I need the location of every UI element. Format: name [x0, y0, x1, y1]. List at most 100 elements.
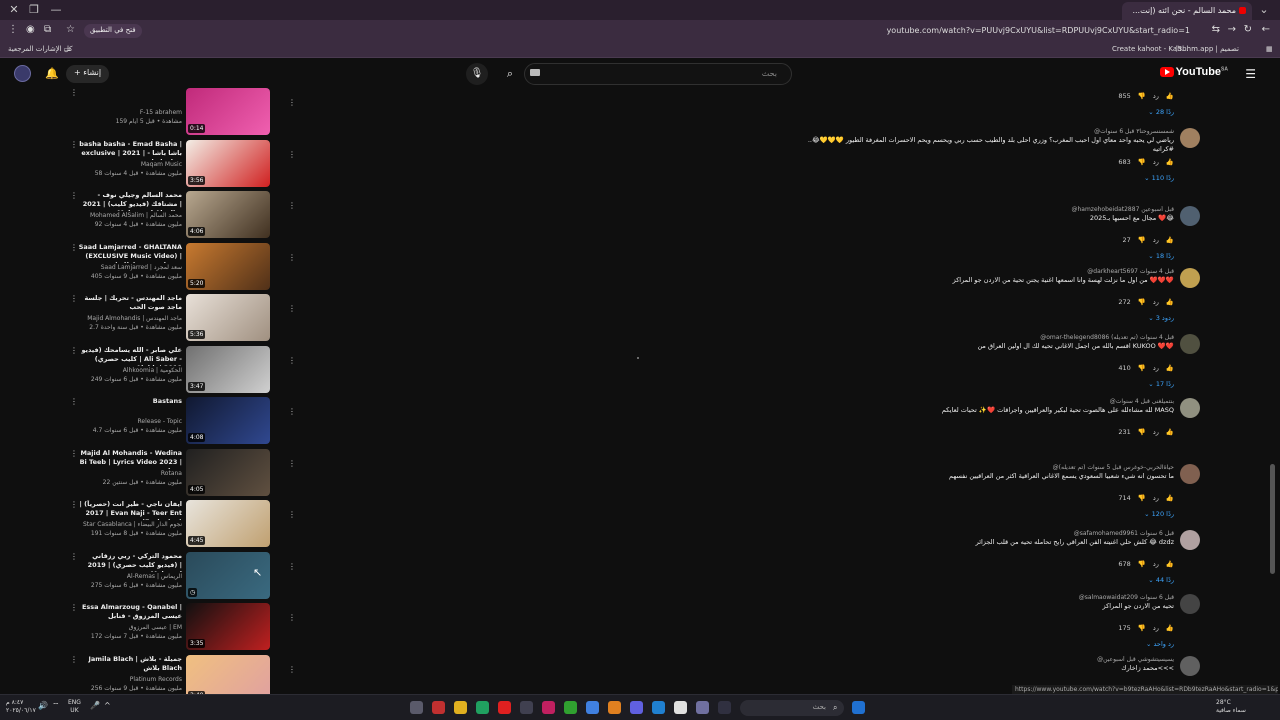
playlist-item-title[interactable]: محمود التركي - ربي رزقاني (فيديو كليب حص… [78, 552, 182, 572]
playlist-item-channel[interactable]: Saad Lamjarred | سعد لمجرد [78, 264, 182, 271]
view-replies-button[interactable]: ⌄ 18 ردًا [800, 252, 1174, 260]
drag-handle-icon[interactable]: ⋮ [288, 356, 296, 365]
dislike-icon[interactable]: 👎 [1138, 494, 1146, 502]
close-window-icon[interactable]: ✕ [6, 3, 22, 17]
apps-grid-icon[interactable]: ▦ [1266, 45, 1273, 53]
drag-handle-icon[interactable]: ⋮ [288, 665, 296, 674]
comment-avatar[interactable] [1180, 656, 1200, 676]
reply-button[interactable]: رد [1153, 298, 1159, 306]
reply-button[interactable]: رد [1153, 560, 1159, 568]
comment-avatar[interactable] [1180, 398, 1200, 418]
like-icon[interactable]: 👍 [1166, 158, 1174, 166]
like-icon[interactable]: 👍 [1166, 560, 1174, 568]
drag-handle-icon[interactable]: ⋮ [288, 562, 296, 571]
dislike-icon[interactable]: 👎 [1138, 624, 1146, 632]
drag-handle-icon[interactable]: ⋮ [288, 253, 296, 262]
playlist-item-channel[interactable]: Rotana [78, 470, 182, 477]
comment-header[interactable]: @يسيسيتشوشي قبل أسبوعين [800, 656, 1174, 663]
more-options-icon[interactable]: ⋮ [70, 603, 78, 612]
playlist-item-thumbnail[interactable]: 4:08 [186, 397, 270, 444]
search-input[interactable]: بحث [524, 63, 792, 85]
playlist-item-title[interactable]: علي صابر - الله يسامحك (فيديو كليب حصري)… [78, 346, 182, 366]
playlist-item-channel[interactable]: Maqam Music [78, 161, 182, 168]
playlist-item-title[interactable]: ماجد المهندس - تحريك | جلسة ماجد صوت الح… [78, 294, 182, 312]
youtube-logo[interactable]: YouTubeSA [1159, 66, 1228, 78]
dislike-icon[interactable]: 👎 [1138, 92, 1146, 100]
playlist-item[interactable]: ⋮ basha basha - Emad Basha | exclusive | … [0, 139, 300, 190]
discord-icon[interactable] [630, 701, 643, 714]
view-replies-button[interactable]: ⌄ رد واحد [800, 640, 1174, 648]
drag-handle-icon[interactable]: ⋮ [288, 98, 296, 107]
drag-handle-icon[interactable]: ⋮ [288, 304, 296, 313]
playlist-item[interactable]: ⋮ Essa Almarzoug - Qanabel | عيسى المرزوق… [0, 603, 300, 653]
like-icon[interactable]: 👍 [1166, 364, 1174, 372]
edge-icon[interactable] [652, 701, 665, 714]
more-options-icon[interactable]: ⋮ [70, 294, 78, 303]
playlist-item-title[interactable]: محمد السالم وجيلي نوف - مشتاقك (فيديو كل… [78, 191, 182, 211]
all-bookmarks-link[interactable]: كل الإشارات المرجعية [8, 45, 73, 53]
like-icon[interactable]: 👍 [1166, 298, 1174, 306]
reply-button[interactable]: رد [1153, 624, 1159, 632]
app-icon-3[interactable] [542, 701, 555, 714]
comment-header[interactable]: @شمسنسروحنا٣ قبل 6 سنوات [800, 128, 1174, 135]
playlist-item-title[interactable]: Majid Al Mohandis - Wedina Bi Teeb | Lyr… [78, 449, 182, 469]
dislike-icon[interactable]: 👎 [1138, 428, 1146, 436]
drag-handle-icon[interactable]: ⋮ [288, 459, 296, 468]
playlist-item-title[interactable]: Saad Lamjarred - GHALTANA (EXCLUSIVE Mus… [78, 243, 182, 263]
playlist-item-thumbnail[interactable]: 4:06 [186, 191, 270, 238]
comment-avatar[interactable] [1180, 464, 1200, 484]
playlist-item[interactable]: ⋮ محمد السالم وجيلي نوف - مشتاقك (فيديو ك… [0, 191, 300, 241]
playlist-item-title[interactable]: Essa Almarzoug - Qanabel | عيسى المرزوق … [78, 603, 182, 621]
mic-tray-icon[interactable]: 🎤 [90, 701, 100, 710]
drag-handle-icon[interactable]: ⋮ [288, 407, 296, 416]
tab-search-icon[interactable]: ⌄ [1256, 3, 1272, 17]
app-icon-2[interactable] [520, 701, 533, 714]
playlist-item[interactable]: ⋮ Saad Lamjarred - GHALTANA (EXCLUSIVE Mu… [0, 242, 300, 293]
comment-avatar[interactable] [1180, 128, 1200, 148]
start-button-icon[interactable] [852, 701, 865, 714]
more-options-icon[interactable]: ⋮ [70, 140, 78, 149]
comment-header[interactable]: @darkheart5697 قبل 4 سنوات [800, 268, 1174, 275]
comment-avatar[interactable] [1180, 206, 1200, 226]
comment-header[interactable]: @حياةالحربي-خوغرس قبل 5 سنوات (تم تعديله… [800, 464, 1174, 471]
more-options-icon[interactable]: ⋮ [70, 552, 78, 561]
reply-button[interactable]: رد [1153, 92, 1159, 100]
taskbar-search-input[interactable]: بحث [740, 700, 844, 716]
drag-handle-icon[interactable]: ⋮ [288, 150, 296, 159]
language-indicator[interactable]: ENG UK [68, 699, 81, 715]
extensions-icon[interactable]: ⧉ [44, 24, 51, 35]
like-icon[interactable]: 👍 [1166, 92, 1174, 100]
app-icon-1[interactable] [432, 701, 445, 714]
dislike-icon[interactable]: 👎 [1138, 364, 1146, 372]
youtube-app-icon[interactable] [498, 701, 511, 714]
playlist-item-channel[interactable]: Alhkoomia | الحكومية [78, 367, 182, 374]
playlist-item[interactable]: ⋮ Jamila Blach | جميلة - بلاش بلاش Blach P… [0, 654, 300, 694]
menu-dots-icon[interactable]: ⋮ [8, 24, 18, 35]
dislike-icon[interactable]: 👎 [1138, 236, 1146, 244]
address-bar[interactable]: youtube.com/watch?v=PUUvj9CxUYU&list=RDP… [150, 22, 1200, 40]
reply-button[interactable]: رد [1153, 236, 1159, 244]
app-icon-5[interactable] [696, 701, 709, 714]
playlist-item-channel[interactable]: Release - Topic [78, 418, 182, 425]
comment-header[interactable]: @omar-thelegend8086 قبل 4 سنوات (تم تعدي… [800, 334, 1174, 341]
forward-icon[interactable]: → [1228, 24, 1236, 35]
playlist-item-thumbnail[interactable]: 3:56 [186, 139, 270, 187]
file-explorer-icon[interactable] [454, 701, 467, 714]
view-replies-button[interactable]: ⌄ 17 ردًا [800, 380, 1174, 388]
playlist-item-channel[interactable]: Al-Remas | الريماس [78, 573, 182, 580]
comment-avatar[interactable] [1180, 594, 1200, 614]
widgets-app-icon[interactable] [410, 701, 423, 714]
playlist-item-channel[interactable]: Mohamed AlSalim | محمد السالم [78, 212, 182, 219]
view-replies-button[interactable]: ⌄ 28 ردًا [800, 108, 1174, 116]
playlist-item-thumbnail[interactable]: 5:36 [186, 294, 270, 341]
playlist-item-title[interactable]: ايفان ناجي - طير انت (حصرياً) | 2017 | E… [78, 500, 182, 520]
playlist-item[interactable]: ⋮ ماجد المهندس - تحريك | جلسة ماجد صوت ال… [0, 294, 300, 344]
more-options-icon[interactable]: ⋮ [70, 500, 78, 509]
drag-handle-icon[interactable]: ⋮ [288, 201, 296, 210]
bookmark-kahoot[interactable]: Create kahoot - Kah... [1112, 45, 1188, 53]
playlist-item-channel[interactable]: F-15 abrahem [78, 109, 182, 116]
minimize-window-icon[interactable]: — [48, 3, 64, 17]
chrome-icon[interactable] [586, 701, 599, 714]
view-replies-button[interactable]: ⌄ 120 ردًا [800, 510, 1174, 518]
comment-avatar[interactable] [1180, 268, 1200, 288]
